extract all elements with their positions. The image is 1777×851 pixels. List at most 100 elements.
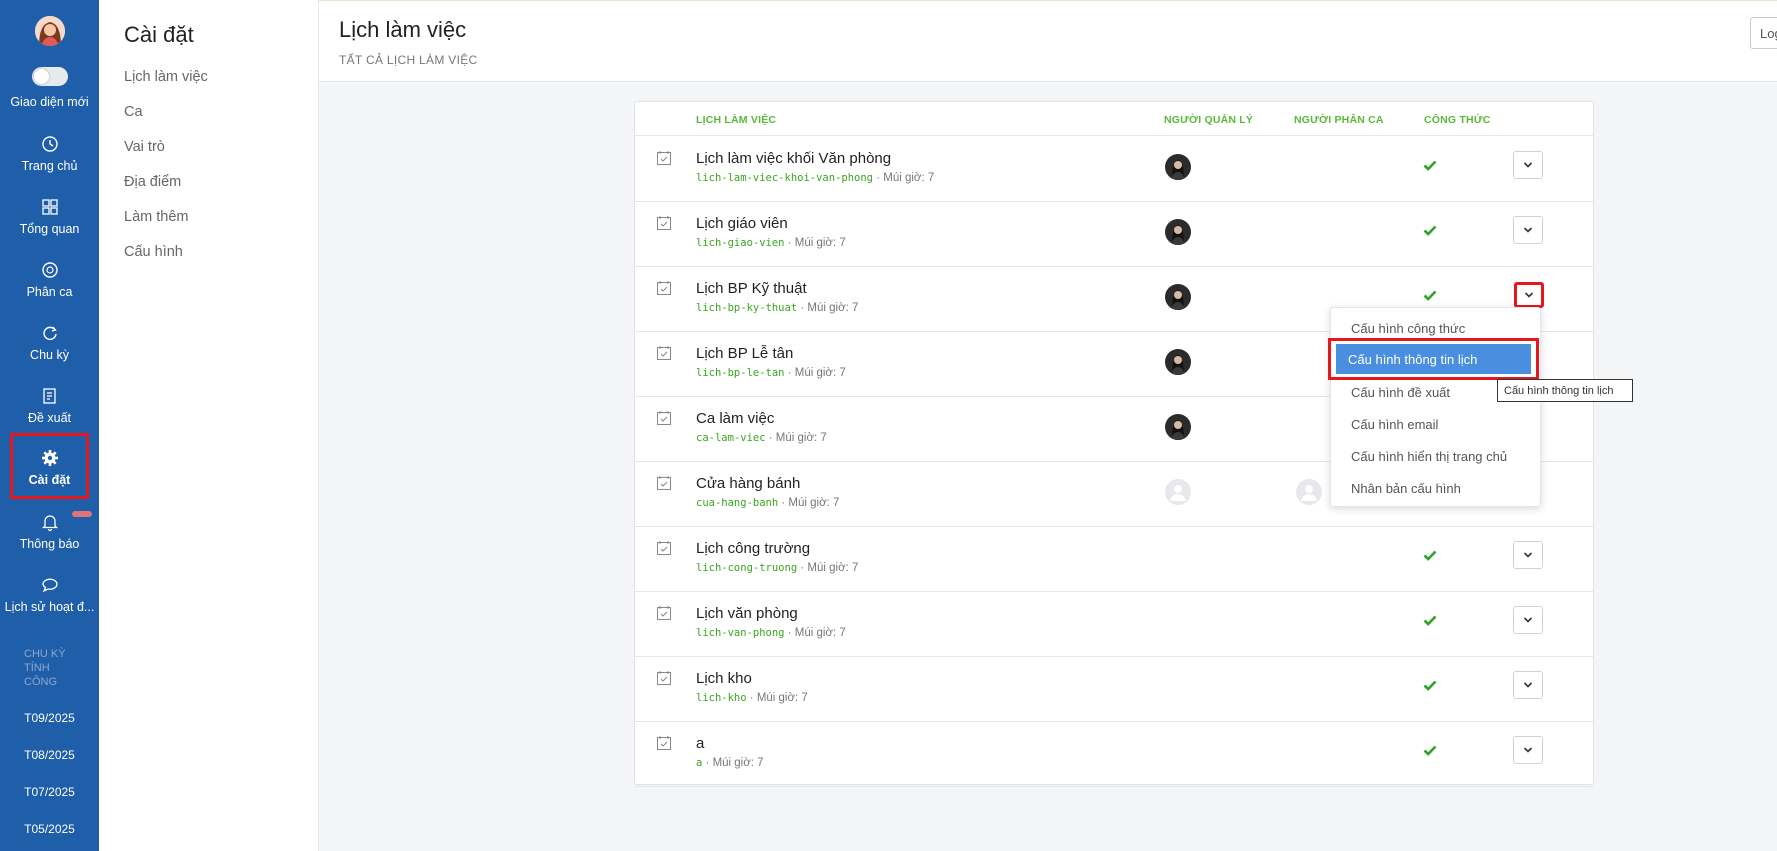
schedule-slug: lich-van-phong — [696, 627, 785, 639]
schedule-slug: lich-bp-le-tan — [696, 367, 785, 379]
nav-label: Tổng quan — [19, 222, 80, 236]
menu-item-schedule-info-config[interactable]: Cấu hình thông tin lịch — [1336, 344, 1531, 374]
schedule-name[interactable]: Lịch BP Kỹ thuật — [696, 280, 807, 297]
timezone: Múi giờ: 7 — [775, 432, 827, 444]
schedule-name[interactable]: Lịch văn phòng — [696, 605, 798, 622]
menu-item-home-display-config[interactable]: Cấu hình hiển thị trang chủ — [1351, 449, 1507, 464]
gear-icon — [41, 450, 58, 466]
manager-avatar — [1165, 154, 1191, 180]
row-actions-dropdown[interactable] — [1513, 541, 1543, 569]
calendar-check-icon — [657, 411, 671, 425]
cycle-item[interactable]: T07/2025 — [0, 785, 99, 799]
nav-item-cycle[interactable]: Chu kỳ — [0, 323, 99, 362]
tooltip: Cấu hình thông tin lịch — [1497, 379, 1633, 402]
calendar-check-icon — [657, 671, 671, 685]
page-title: Lịch làm việc — [339, 17, 467, 42]
bell-icon — [41, 515, 58, 532]
timezone: Múi giờ: 7 — [794, 367, 846, 379]
settings-item-roles[interactable]: Vai trò — [124, 139, 165, 155]
calendar-check-icon — [657, 541, 671, 555]
nav-item-activity-history[interactable]: Lịch sử hoạt đ... — [0, 575, 99, 614]
table-row[interactable]: aa · Múi giờ: 7 — [635, 722, 1593, 787]
calendar-check-icon — [657, 476, 671, 490]
schedule-name[interactable]: a — [696, 735, 704, 752]
row-actions-dropdown[interactable] — [1513, 151, 1543, 179]
calendar-check-icon — [657, 216, 671, 230]
chevron-down-icon — [1523, 747, 1533, 753]
manager-avatar — [1165, 414, 1191, 440]
cycle-heading-text: CHU KỲ TÍNH CÔNG — [24, 648, 66, 688]
chevron-down-icon — [1523, 682, 1533, 688]
schedule-meta: lich-van-phong · Múi giờ: 7 — [696, 627, 846, 639]
menu-active-highlight: Cấu hình thông tin lịch — [1328, 338, 1539, 380]
cycle-item[interactable]: T08/2025 — [0, 748, 99, 762]
timezone: Múi giờ: 7 — [794, 627, 846, 639]
nav-label: Lịch sử hoạt đ... — [4, 600, 95, 614]
schedule-name[interactable]: Lịch làm việc khối Văn phòng — [696, 150, 891, 167]
row-actions-dropdown[interactable] — [1514, 282, 1544, 308]
proposal-icon — [42, 388, 56, 404]
cycle-item[interactable]: T05/2025 — [0, 822, 99, 836]
schedule-name[interactable]: Cửa hàng bánh — [696, 475, 800, 492]
chevron-down-icon — [1523, 552, 1533, 558]
chevron-down-icon — [1524, 292, 1534, 298]
menu-item-email-config[interactable]: Cấu hình email — [1351, 417, 1438, 432]
row-actions-dropdown[interactable] — [1513, 606, 1543, 634]
chat-icon — [41, 578, 58, 593]
schedule-name[interactable]: Lịch công trường — [696, 540, 810, 557]
calendar-check-icon — [657, 736, 671, 750]
cycle-heading: CHU KỲ TÍNH CÔNG — [24, 647, 74, 689]
new-ui-label: Giao diện mới — [10, 95, 89, 109]
menu-item-formula-config[interactable]: Cấu hình công thức — [1351, 321, 1465, 336]
schedule-name[interactable]: Ca làm việc — [696, 410, 774, 427]
table-row[interactable]: Lịch kho lich-kho · Múi giờ: 7 — [635, 657, 1593, 722]
schedule-name[interactable]: Lịch kho — [696, 670, 752, 687]
table-row[interactable]: Lịch văn phòng lich-van-phong · Múi giờ: … — [635, 592, 1593, 657]
table-row[interactable]: Lịch công trường lich-cong-truong · Múi g… — [635, 527, 1593, 592]
user-avatar[interactable] — [35, 16, 65, 46]
nav-item-notifications[interactable]: Thông báo — [0, 512, 99, 551]
settings-item-shifts[interactable]: Ca — [124, 104, 143, 120]
timezone: Múi giờ: 7 — [788, 497, 840, 509]
nav-item-overview[interactable]: Tổng quan — [0, 197, 99, 236]
row-actions-dropdown[interactable] — [1513, 671, 1543, 699]
schedule-meta: ca-lam-viec · Múi giờ: 7 — [696, 432, 827, 444]
settings-title: Cài đặt — [124, 22, 194, 47]
menu-item-proposal-config[interactable]: Cấu hình đề xuất — [1351, 385, 1450, 400]
check-icon — [1423, 745, 1437, 756]
timezone: Múi giờ: 7 — [807, 302, 859, 314]
settings-item-overtime[interactable]: Làm thêm — [124, 209, 188, 225]
nav-item-settings[interactable]: Cài đặt — [10, 433, 89, 499]
row-actions-dropdown[interactable] — [1513, 736, 1543, 764]
nav-item-home[interactable]: Trang chủ — [0, 134, 99, 173]
schedule-name[interactable]: Lịch giáo viên — [696, 215, 788, 232]
nav-item-proposal[interactable]: Đề xuất — [0, 386, 99, 425]
settings-item-config[interactable]: Cấu hình — [124, 244, 183, 260]
settings-item-schedules[interactable]: Lịch làm việc — [124, 69, 208, 85]
manager-avatar-placeholder — [1165, 479, 1191, 505]
page-subtitle: TẤT CẢ LỊCH LÀM VIỆC — [339, 53, 478, 67]
schedule-slug: a — [696, 757, 703, 769]
schedule-meta: cua-hang-banh · Múi giờ: 7 — [696, 497, 840, 509]
settings-item-locations[interactable]: Địa điểm — [124, 174, 181, 190]
table-row[interactable]: Lịch giáo viên lich-giao-vien · Múi giờ: … — [635, 202, 1593, 267]
shift-assigner-avatar-placeholder — [1296, 479, 1322, 505]
cycle-item[interactable]: T09/2025 — [0, 711, 99, 725]
schedule-name[interactable]: Lịch BP Lễ tân — [696, 345, 793, 362]
schedule-slug: lich-cong-truong — [696, 562, 798, 574]
logout-button[interactable]: Logout — [1750, 17, 1777, 49]
chevron-down-icon — [1523, 227, 1533, 233]
new-ui-toggle[interactable] — [32, 67, 68, 86]
row-actions-dropdown[interactable] — [1513, 216, 1543, 244]
nav-item-shift[interactable]: Phân ca — [0, 260, 99, 299]
timezone: Múi giờ: 7 — [883, 172, 935, 184]
manager-avatar — [1165, 284, 1191, 310]
col-manager: NGƯỜI QUẢN LÝ — [1164, 114, 1254, 126]
schedule-icon — [41, 262, 58, 278]
table-row[interactable]: Lịch làm việc khối Văn phòng lich-lam-vie… — [635, 137, 1593, 202]
timezone: Múi giờ: 7 — [807, 562, 859, 574]
menu-item-duplicate-config[interactable]: Nhân bản cấu hình — [1351, 481, 1461, 496]
check-icon — [1423, 225, 1437, 236]
schedule-slug: cua-hang-banh — [696, 497, 779, 509]
manager-avatar — [1165, 219, 1191, 245]
